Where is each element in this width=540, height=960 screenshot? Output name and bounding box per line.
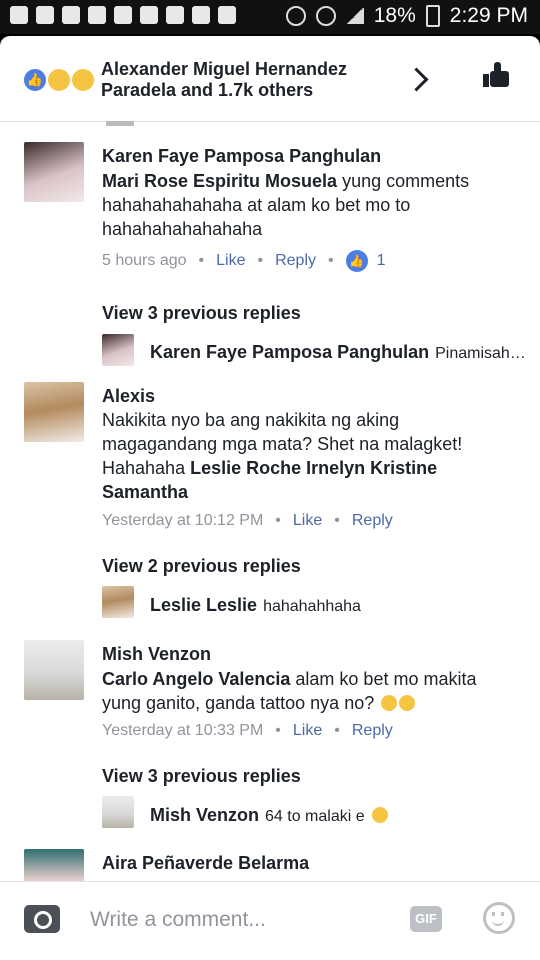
comment-actions: 5 hours ago • Like • Reply • 👍 1: [102, 250, 386, 272]
facebook-icon: [62, 6, 80, 24]
facebook-icon: [140, 6, 158, 24]
add-friend-icon: [218, 6, 236, 24]
comment-text: Mari Rose Espiritu Mosuela yung comments…: [102, 171, 470, 239]
avatar[interactable]: [24, 640, 84, 700]
view-previous-replies[interactable]: View 3 previous replies: [102, 766, 301, 787]
comment-list[interactable]: Karen Faye Pamposa Panghulan Mari Rose E…: [0, 122, 540, 882]
alarm-icon: [285, 6, 306, 26]
avatar[interactable]: [24, 382, 84, 442]
avatar[interactable]: [102, 586, 134, 618]
add-friend-icon: [88, 6, 106, 24]
reactions-header[interactable]: 👍 Alexander Miguel Hernandez Paradela an…: [0, 36, 540, 122]
reply-preview[interactable]: Karen Faye Pamposa Panghulan Pinamisah…: [150, 342, 526, 363]
comment-author[interactable]: Alexis: [102, 386, 155, 407]
add-friend-icon: [114, 6, 132, 24]
laughing-emoji-icon: [399, 695, 416, 711]
sticker-icon[interactable]: [483, 902, 515, 934]
mention[interactable]: Mari Rose Espiritu Mosuela: [102, 171, 337, 191]
avatar[interactable]: [102, 334, 134, 366]
reply-preview[interactable]: Leslie Leslie hahahahhaha: [150, 595, 361, 616]
view-previous-replies[interactable]: View 2 previous replies: [102, 556, 301, 577]
comment-composer: Write a comment... GIF: [0, 881, 540, 960]
like-count[interactable]: 1: [377, 252, 386, 270]
timestamp: Yesterday at 10:33 PM: [102, 722, 264, 739]
timestamp: Yesterday at 10:12 PM: [102, 512, 264, 529]
avatar[interactable]: [102, 796, 134, 828]
status-bar: 18% 2:29 PM: [0, 0, 540, 34]
comment-input[interactable]: Write a comment...: [90, 908, 266, 932]
like-button[interactable]: Like: [293, 722, 322, 740]
like-post-button[interactable]: [482, 62, 510, 88]
add-friend-icon: [36, 6, 54, 24]
thumbs-up-icon: [483, 74, 489, 87]
like-button[interactable]: Like: [216, 252, 245, 270]
laughing-emoji-icon: [381, 695, 398, 711]
comment-actions: Yesterday at 10:12 PM • Like • Reply: [102, 512, 393, 530]
comment-author[interactable]: Aira Peñaverde Belarma: [102, 853, 309, 874]
notification-icons: [10, 6, 236, 24]
like-count-icon[interactable]: 👍: [345, 250, 368, 272]
haha-reaction-icon: [46, 67, 72, 93]
reaction-icons: 👍: [22, 67, 96, 93]
add-friend-icon: [166, 6, 184, 24]
gif-button[interactable]: GIF: [410, 906, 442, 932]
timestamp: 5 hours ago: [102, 252, 187, 269]
comments-sheet: 👍 Alexander Miguel Hernandez Paradela an…: [0, 36, 540, 960]
comment-actions: Yesterday at 10:33 PM • Like • Reply: [102, 722, 393, 740]
battery-icon: [425, 5, 440, 27]
avatar[interactable]: [24, 849, 84, 882]
reply-button[interactable]: Reply: [352, 512, 393, 530]
add-friend-icon: [192, 6, 210, 24]
clock: 2:29 PM: [449, 4, 528, 27]
chat-icon: [10, 6, 28, 24]
laughing-emoji-icon: [371, 807, 388, 823]
battery-percent: 18%: [373, 4, 416, 27]
wifi-icon: [315, 6, 336, 26]
comment-author[interactable]: Mish Venzon: [102, 644, 211, 665]
view-previous-replies[interactable]: View 3 previous replies: [102, 303, 301, 324]
comment-text: Carlo Angelo Valencia alam ko bet mo mak…: [102, 669, 477, 713]
comment-author[interactable]: Karen Faye Pamposa Panghulan: [102, 146, 381, 167]
avatar[interactable]: [24, 142, 84, 202]
reply-button[interactable]: Reply: [352, 722, 393, 740]
comment-text: Nakikita nyo ba ang nakikita ng aking ma…: [102, 410, 463, 502]
signal-icon: [345, 8, 364, 24]
wow-reaction-icon: [70, 67, 96, 93]
chevron-right-icon[interactable]: [404, 67, 429, 92]
mention[interactable]: Carlo Angelo Valencia: [102, 669, 290, 689]
reply-button[interactable]: Reply: [275, 252, 316, 270]
like-reaction-icon: 👍: [22, 67, 48, 93]
camera-button[interactable]: [24, 905, 60, 933]
like-button[interactable]: Like: [293, 512, 322, 530]
reactors-summary[interactable]: Alexander Miguel Hernandez Paradela and …: [101, 59, 381, 101]
reply-preview[interactable]: Mish Venzon 64 to malaki e: [150, 805, 388, 826]
